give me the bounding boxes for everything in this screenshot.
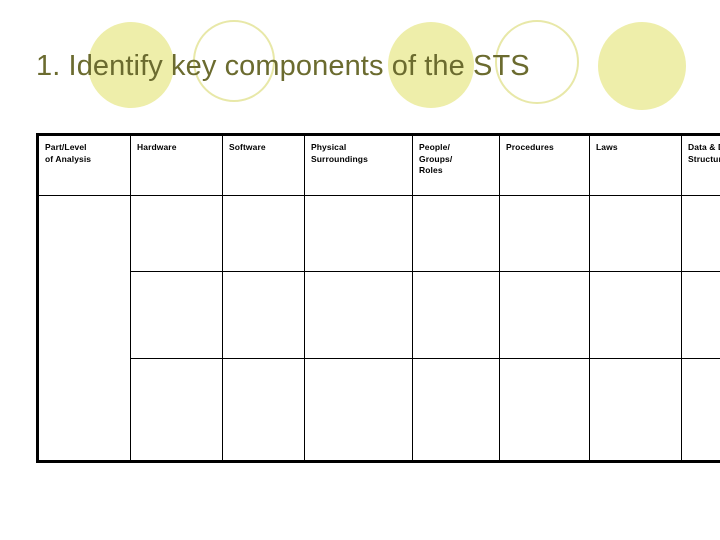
column-header-people: People/Groups/Roles <box>412 134 500 196</box>
cell-software-r2[interactable] <box>222 271 305 359</box>
column-header-line: Physical <box>311 142 347 152</box>
column-header-line: Laws <box>596 142 618 152</box>
cell-hardware-r1[interactable] <box>130 195 223 272</box>
cell-physical-r2[interactable] <box>304 271 413 359</box>
column-header-line: Hardware <box>137 142 177 152</box>
body-row-3 <box>38 358 720 462</box>
column-header-software: Software <box>222 134 305 196</box>
cell-data-r2[interactable] <box>681 271 720 359</box>
column-header-physical: Physical Surroundings <box>304 134 413 196</box>
column-header-line: Groups/ <box>419 153 453 164</box>
column-header-line: Structures <box>688 153 720 164</box>
page-title: 1. Identify key components of the STS <box>36 50 530 82</box>
cell-laws-r3[interactable] <box>589 358 682 462</box>
column-header-line: of Analysis <box>45 153 92 164</box>
column-header-line: Data & Data <box>688 142 720 152</box>
column-header-procedures: Procedures <box>499 134 590 196</box>
cell-laws-r1[interactable] <box>589 195 682 272</box>
column-header-part_level: Part/Level of Analysis <box>37 134 131 196</box>
cell-procedures-r3[interactable] <box>499 358 590 462</box>
cell-procedures-r2[interactable] <box>499 271 590 359</box>
column-header-line: Software <box>229 142 266 152</box>
column-header-data: Data & DataStructures <box>681 134 720 196</box>
cell-procedures-r1[interactable] <box>499 195 590 272</box>
sts-components-matrix: Part/Level of Analysis Hardware Software Phy… <box>36 133 720 463</box>
body-row-2 <box>38 271 720 359</box>
body-row-1 <box>37 195 720 462</box>
cell-physical-r1[interactable] <box>304 195 413 272</box>
table-header-row: Part/Level of Analysis Hardware Software Phy… <box>37 134 720 196</box>
cell-software-r3[interactable] <box>222 358 305 462</box>
column-header-line: Roles <box>419 165 443 175</box>
cell-people-r1[interactable] <box>412 195 500 272</box>
column-header-line: Part/Level <box>45 142 87 152</box>
cell-people-r3[interactable] <box>412 358 500 462</box>
cell-data-r3[interactable] <box>681 358 720 462</box>
cell-people-r2[interactable] <box>412 271 500 359</box>
cell-data-r1[interactable] <box>681 195 720 272</box>
cell-software-r1[interactable] <box>222 195 305 272</box>
cell-hardware-r2[interactable] <box>130 271 223 359</box>
cell-hardware-r3[interactable] <box>130 358 223 462</box>
column-header-hardware: Hardware <box>130 134 223 196</box>
cell-physical-r3[interactable] <box>304 358 413 462</box>
cell-part_level-merged[interactable] <box>37 195 131 462</box>
column-header-line: Surroundings <box>311 153 368 164</box>
column-header-laws: Laws <box>589 134 682 196</box>
cell-laws-r2[interactable] <box>589 271 682 359</box>
title-band: 1. Identify key components of the STS <box>0 0 720 132</box>
column-header-line: People/ <box>419 142 450 152</box>
column-header-line: Procedures <box>506 142 554 152</box>
